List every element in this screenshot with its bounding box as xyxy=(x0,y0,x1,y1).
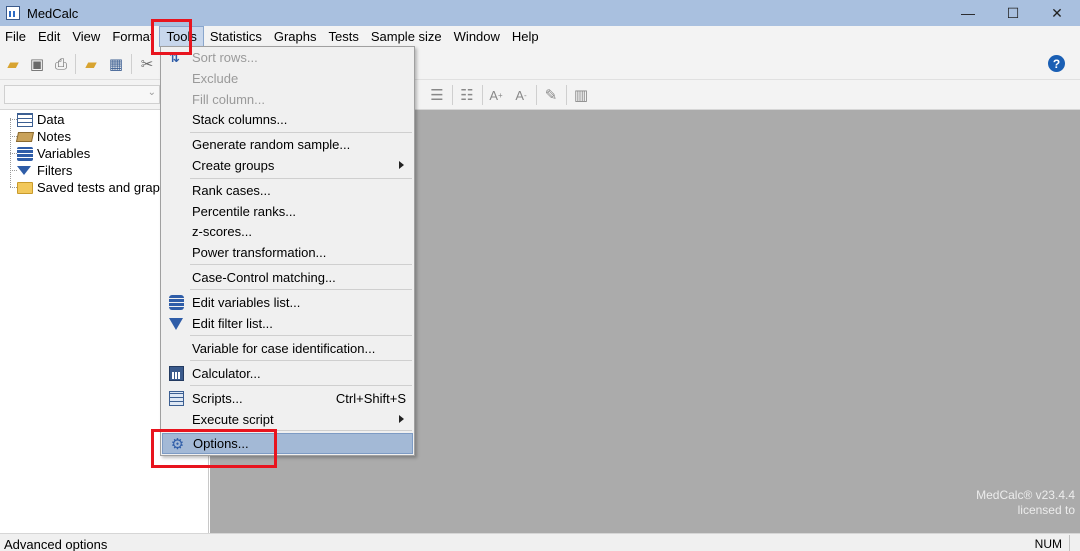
toolbar-separator xyxy=(452,85,453,105)
align-right-icon[interactable]: ☰ xyxy=(428,86,446,104)
menu-item-rank-cases[interactable]: Rank cases... xyxy=(162,180,413,201)
menu-item-create-groups[interactable]: Create groups xyxy=(162,155,413,176)
chart-icon[interactable]: ▥ xyxy=(572,86,590,104)
menu-separator xyxy=(190,360,412,361)
toolbar-separator xyxy=(566,85,567,105)
menu-separator xyxy=(190,178,412,179)
menu-item-fill-column[interactable]: Fill column... xyxy=(162,89,413,110)
menu-item-power-transformation[interactable]: Power transformation... xyxy=(162,242,413,263)
submenu-arrow-icon xyxy=(399,161,404,169)
submenu-arrow-icon xyxy=(399,415,404,423)
notes-icon xyxy=(15,131,35,142)
variables-icon xyxy=(169,295,184,310)
menu-help[interactable]: Help xyxy=(506,26,545,47)
help-icon[interactable]: ? xyxy=(1048,55,1065,72)
shortcut-label: Ctrl+Shift+S xyxy=(335,391,406,406)
chevron-down-icon: ⌄ xyxy=(147,87,156,98)
spreadsheet-icon[interactable]: ▦ xyxy=(107,55,125,73)
font-combo[interactable]: ⌄ xyxy=(4,85,160,104)
decrease-font-icon[interactable]: A- xyxy=(512,86,530,104)
toolbar-separator xyxy=(536,85,537,105)
tree-item-label: Data xyxy=(37,112,65,127)
menu-window[interactable]: Window xyxy=(448,26,506,47)
menu-tests[interactable]: Tests xyxy=(323,26,365,47)
menu-item-sort-rows[interactable]: ⇅ Sort rows... xyxy=(162,47,413,68)
status-bar: Advanced options NUM xyxy=(0,533,1080,551)
menu-item-random-sample[interactable]: Generate random sample... xyxy=(162,134,413,155)
menu-file[interactable]: File xyxy=(0,26,32,47)
toolbar-separator xyxy=(482,85,483,105)
version-watermark: MedCalc® v23.4.4 xyxy=(976,488,1075,502)
tree-item-label: Variables xyxy=(37,146,91,161)
menu-item-stack-columns[interactable]: Stack columns... xyxy=(162,109,413,130)
menu-separator xyxy=(190,264,412,265)
folder-icon[interactable]: ▰ xyxy=(82,55,100,73)
medcalc-window: MedCalc — ☐ ✕ File Edit View Format Tool… xyxy=(0,0,1080,551)
menu-separator xyxy=(190,132,412,133)
tree-connector xyxy=(10,187,17,188)
window-title: MedCalc xyxy=(27,5,79,21)
filter-icon xyxy=(17,166,31,175)
tree-item-label: Filters xyxy=(37,163,73,178)
menu-item-case-identification[interactable]: Variable for case identification... xyxy=(162,338,413,359)
menu-item-z-scores[interactable]: z-scores... xyxy=(162,221,413,242)
tree-item-label: Notes xyxy=(37,129,71,144)
minimize-button[interactable]: — xyxy=(945,0,991,26)
cut-icon[interactable]: ✂ xyxy=(138,55,156,73)
highlight-box-options xyxy=(151,429,277,468)
tree-item-notes[interactable]: Notes xyxy=(15,128,71,145)
edit-cell-icon[interactable]: ✎ xyxy=(542,86,560,104)
toolbar-separator xyxy=(131,54,132,74)
menu-view[interactable]: View xyxy=(66,26,106,47)
menu-edit[interactable]: Edit xyxy=(32,26,66,47)
menu-item-execute-script[interactable]: Execute script xyxy=(162,409,413,430)
num-lock-indicator: NUM xyxy=(1034,537,1062,551)
tree-item-filters[interactable]: Filters xyxy=(17,162,72,179)
menu-separator xyxy=(190,289,412,290)
calculator-icon xyxy=(169,366,184,381)
toolbar-separator xyxy=(75,54,76,74)
close-icon: ✕ xyxy=(1051,4,1063,21)
menu-item-case-control-matching[interactable]: Case-Control matching... xyxy=(162,267,413,288)
app-icon xyxy=(6,6,20,20)
scripts-icon xyxy=(169,391,184,406)
tools-menu: ⇅ Sort rows... Exclude Fill column... St… xyxy=(160,46,415,456)
menu-graphs[interactable]: Graphs xyxy=(268,26,323,47)
menu-separator xyxy=(190,385,412,386)
tree-item-label: Saved tests and graphs xyxy=(37,180,174,195)
print-icon[interactable]: ⎙ xyxy=(52,55,70,73)
filter-icon xyxy=(169,318,183,330)
maximize-icon: ☐ xyxy=(1006,4,1020,21)
folder-icon xyxy=(17,181,33,194)
increase-font-icon[interactable]: A + xyxy=(487,86,505,104)
status-separator xyxy=(1069,535,1070,551)
menu-statistics[interactable]: Statistics xyxy=(204,26,268,47)
tree-item-variables[interactable]: Variables xyxy=(17,145,90,162)
menu-separator xyxy=(190,335,412,336)
save-icon[interactable]: ▣ xyxy=(28,55,46,73)
highlight-box-tools xyxy=(151,19,192,55)
close-button[interactable]: ✕ xyxy=(1034,0,1080,26)
open-file-icon[interactable]: ▰ xyxy=(4,55,22,73)
maximize-button[interactable]: ☐ xyxy=(990,0,1036,26)
tree-connector xyxy=(10,119,17,120)
menu-item-edit-filter-list[interactable]: Edit filter list... xyxy=(162,313,413,334)
menu-item-scripts[interactable]: Scripts... Ctrl+Shift+S xyxy=(162,388,413,409)
license-watermark: licensed to xyxy=(1017,503,1075,517)
menu-sample-size[interactable]: Sample size xyxy=(365,26,448,47)
menu-item-percentile-ranks[interactable]: Percentile ranks... xyxy=(162,201,413,222)
status-text: Advanced options xyxy=(4,537,108,551)
tree-connector xyxy=(10,170,17,171)
tree-item-data[interactable]: Data xyxy=(17,111,64,128)
tree-connector xyxy=(10,153,17,154)
menu-item-exclude[interactable]: Exclude xyxy=(162,68,413,89)
list-icon[interactable]: ☷ xyxy=(458,86,476,104)
minimize-icon: — xyxy=(961,5,975,21)
tree-item-saved-tests[interactable]: Saved tests and graphs xyxy=(17,179,174,196)
variables-icon xyxy=(17,146,33,161)
menu-item-edit-variables-list[interactable]: Edit variables list... xyxy=(162,292,413,313)
data-table-icon xyxy=(17,112,33,127)
menu-item-calculator[interactable]: Calculator... xyxy=(162,363,413,384)
